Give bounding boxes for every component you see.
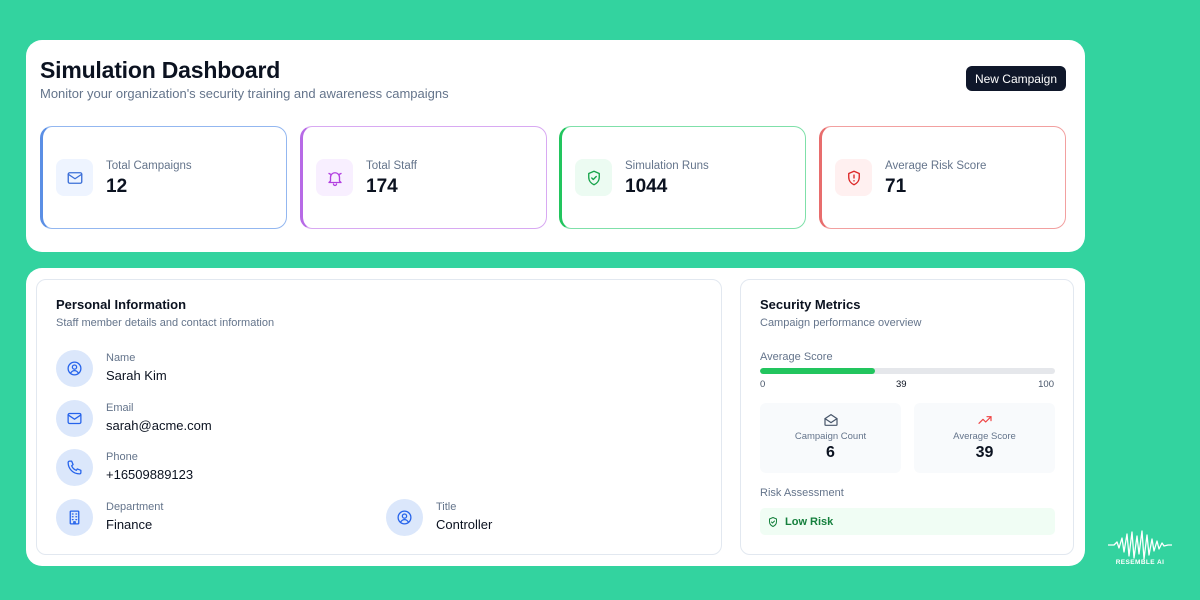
stat-value: 71	[885, 176, 907, 197]
stat-card-total-campaigns: Total Campaigns 12	[40, 126, 287, 229]
info-value: Sarah Kim	[106, 368, 167, 383]
user-icon	[56, 350, 93, 387]
brand-name: RESEMBLE AI	[1115, 559, 1165, 566]
mini-card-label: Campaign Count	[794, 431, 867, 442]
personal-information-card: Personal Information Staff member detail…	[36, 279, 722, 555]
shield-alert-icon	[835, 159, 872, 196]
card-subtitle: Campaign performance overview	[760, 317, 922, 329]
info-value: Controller	[436, 517, 493, 532]
card-title: Personal Information	[56, 297, 187, 312]
shield-check-icon	[769, 516, 777, 527]
info-value: sarah@acme.com	[106, 418, 212, 433]
stat-value: 1044	[625, 176, 668, 197]
stat-value: 174	[366, 176, 398, 197]
trending-up-icon	[977, 416, 992, 424]
stat-label: Average Risk Score	[885, 160, 987, 172]
stat-value: 12	[106, 176, 128, 197]
stat-label: Total Staff	[366, 160, 417, 172]
mail-icon	[56, 400, 93, 437]
phone-icon	[56, 449, 93, 486]
mail-icon	[56, 159, 93, 196]
dashboard-header-panel: Simulation Dashboard Monitor your organi…	[26, 40, 1085, 252]
page-subtitle: Monitor your organization's security tra…	[40, 86, 449, 101]
progress-max-label: 100	[1038, 379, 1054, 390]
info-label: Name	[106, 352, 136, 364]
stat-card-simulation-runs: Simulation Runs 1044	[559, 126, 806, 229]
card-subtitle: Staff member details and contact informa…	[56, 317, 275, 329]
info-label: Phone	[106, 451, 138, 463]
info-label: Email	[106, 402, 134, 414]
shield-check-icon	[575, 159, 612, 196]
details-panel: Personal Information Staff member detail…	[26, 268, 1085, 566]
stat-label: Total Campaigns	[106, 160, 192, 172]
risk-status-text: Low Risk	[785, 515, 834, 528]
mini-card-label: Average Score	[953, 431, 1016, 442]
info-value: +16509889123	[106, 467, 194, 482]
card-title: Security Metrics	[760, 297, 861, 312]
security-metrics-card: Security Metrics Campaign performance ov…	[740, 279, 1074, 555]
mail-open-icon	[823, 414, 838, 426]
bell-icon	[316, 159, 353, 196]
info-value: Finance	[106, 517, 153, 532]
info-label: Title	[436, 501, 457, 513]
mini-card-value: 6	[826, 444, 835, 461]
campaign-count-card: Campaign Count 6	[760, 403, 901, 473]
user-icon	[386, 499, 423, 536]
new-campaign-button[interactable]: New Campaign	[965, 66, 1066, 91]
stat-card-average-risk-score: Average Risk Score 71	[819, 126, 1066, 229]
mini-card-value: 39	[975, 444, 994, 461]
average-score-progress-fill	[760, 368, 876, 374]
info-label: Department	[106, 501, 164, 513]
average-score-progress-bar	[760, 368, 1055, 374]
average-score-label: Average Score	[760, 351, 833, 363]
page-title: Simulation Dashboard	[40, 57, 281, 83]
average-score-card: Average Score 39	[914, 403, 1055, 473]
building-icon	[56, 499, 93, 536]
progress-min-label: 0	[760, 379, 766, 390]
stat-label: Simulation Runs	[625, 160, 709, 172]
stat-card-total-staff: Total Staff 174	[300, 126, 547, 229]
progress-value-label: 39	[896, 379, 907, 390]
risk-assessment-label: Risk Assessment	[760, 487, 844, 499]
risk-status-badge: Low Risk	[760, 508, 1055, 535]
